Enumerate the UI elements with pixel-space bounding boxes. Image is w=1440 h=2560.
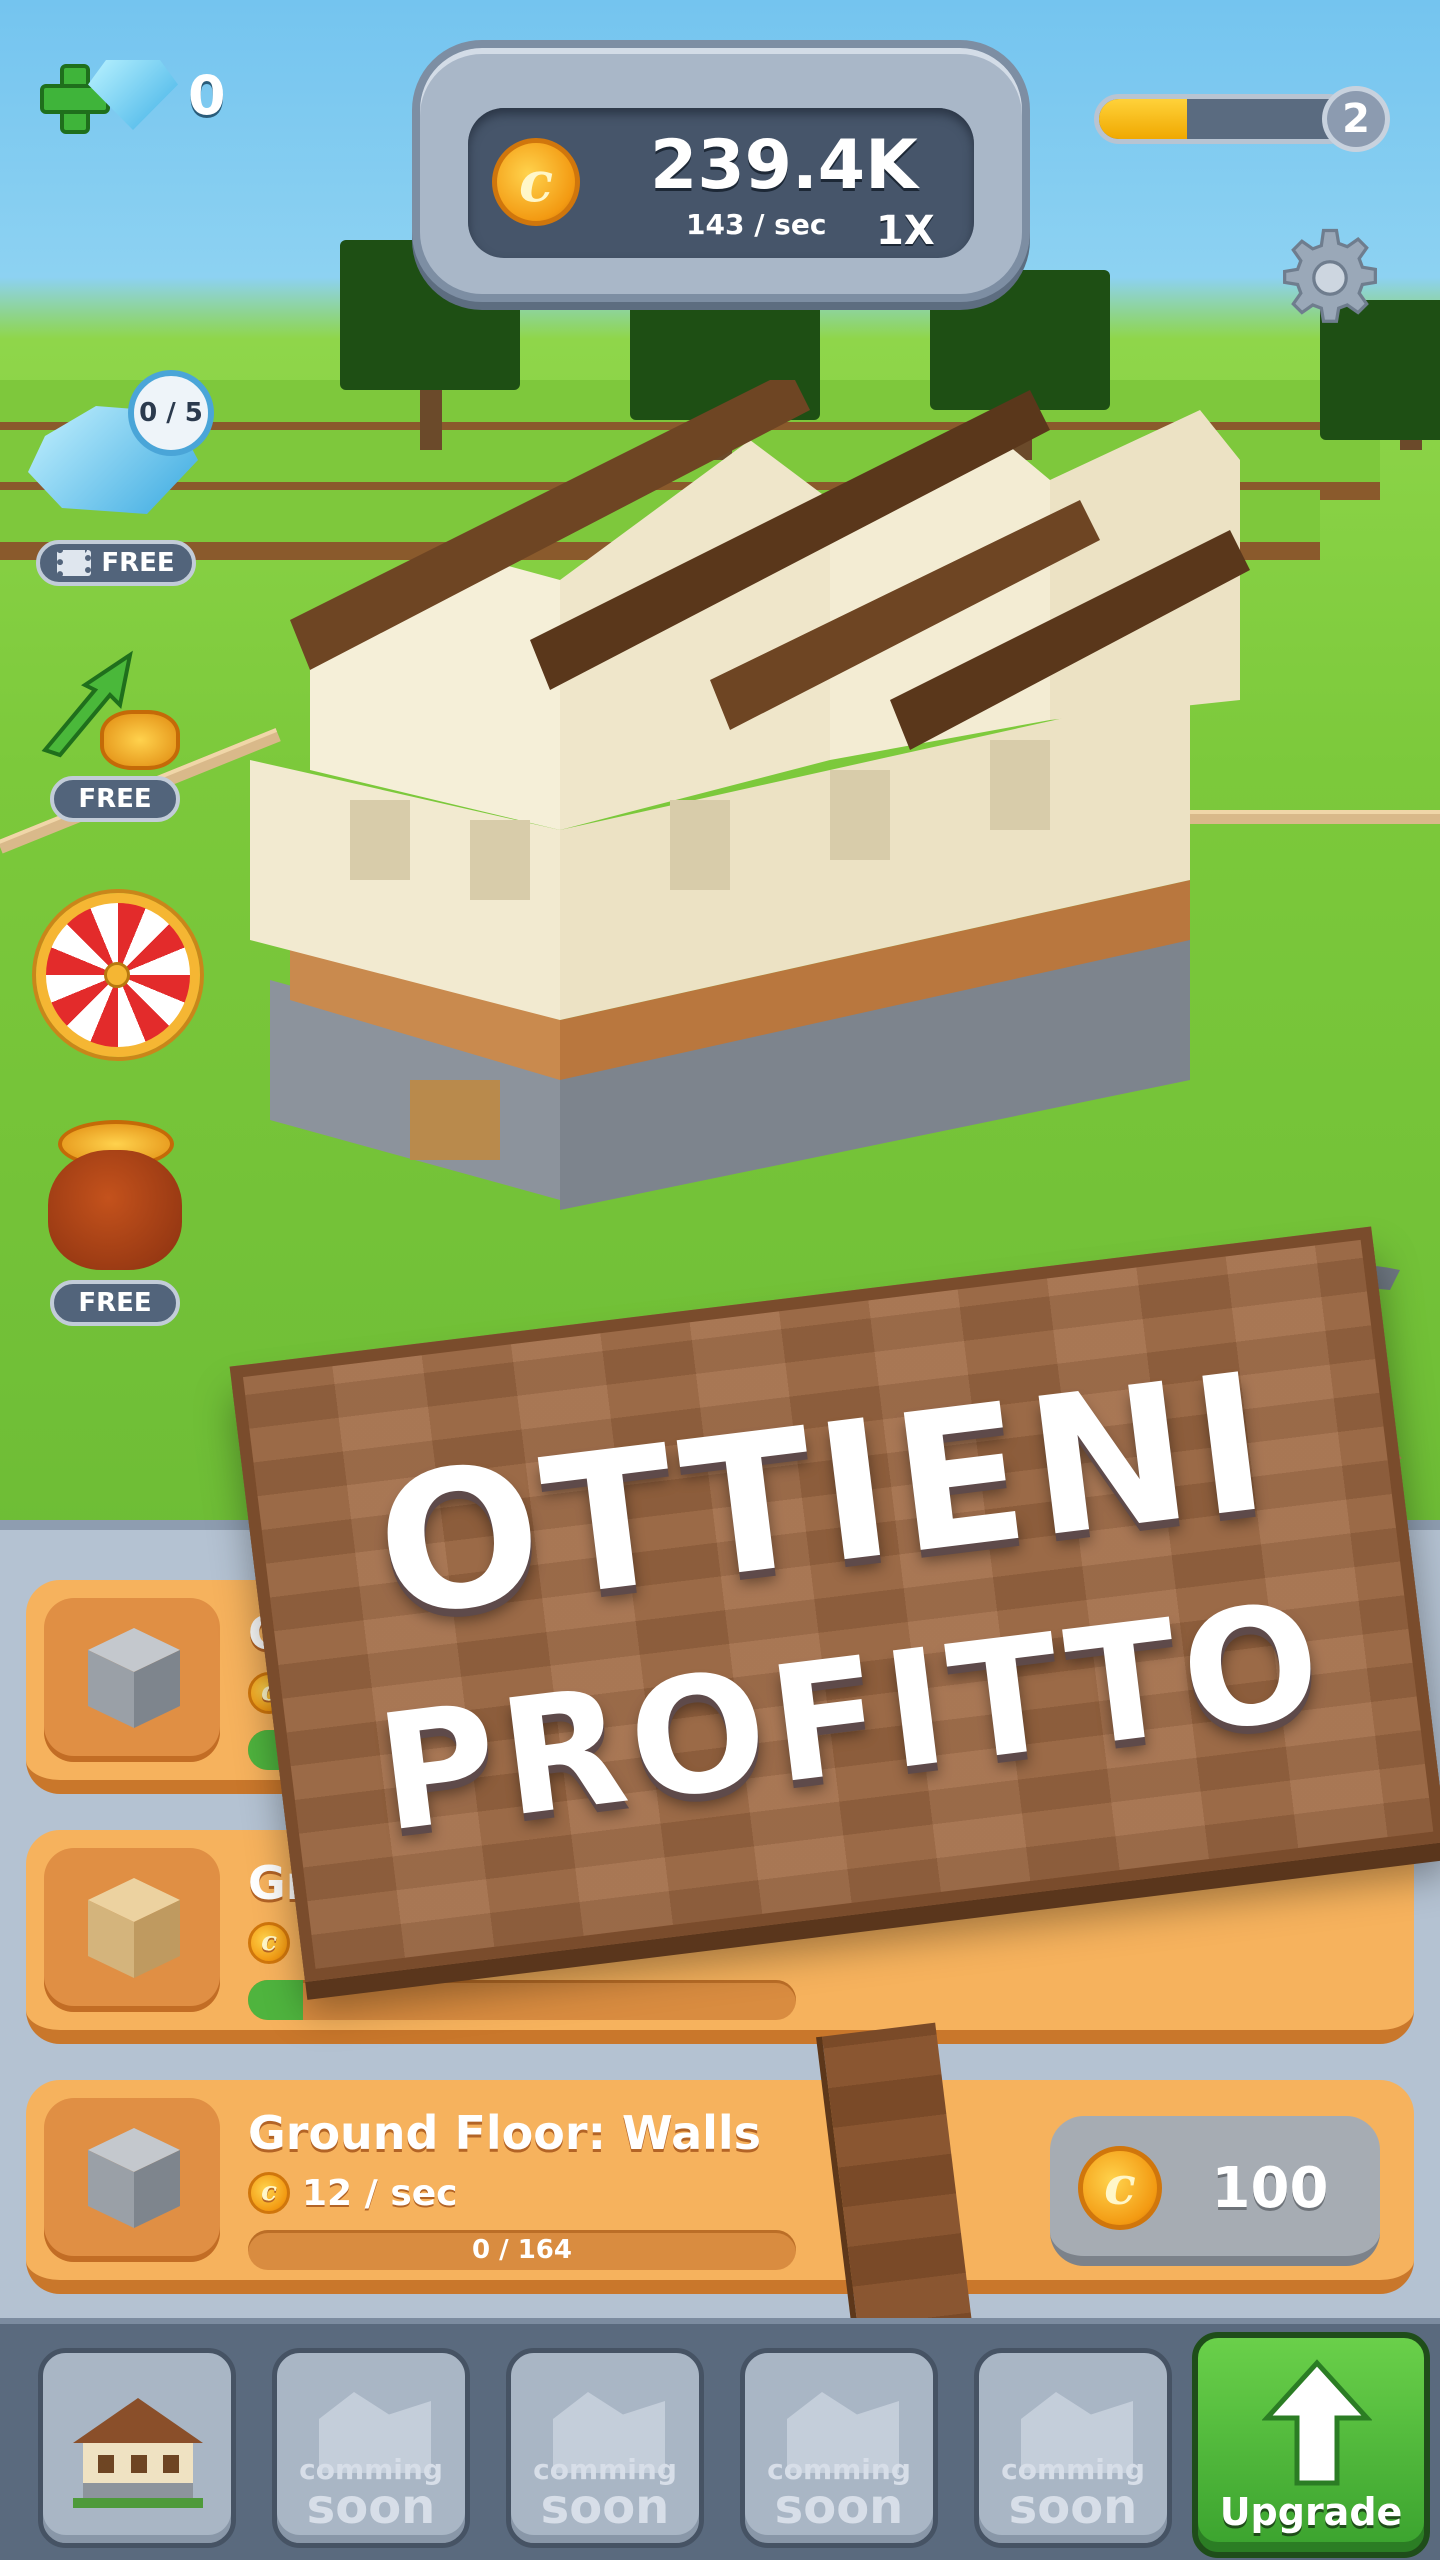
stone-block-icon: [88, 1628, 180, 1728]
coins-stack-icon: [100, 710, 180, 770]
stone-block-icon: [88, 2128, 180, 2228]
item-icon-box: [44, 1598, 220, 1762]
building-slot-locked[interactable]: comming soon: [974, 2348, 1172, 2548]
gem-count: 0: [188, 63, 226, 127]
coin-icon: c: [1078, 2146, 1162, 2230]
building-slot-locked[interactable]: comming soon: [272, 2348, 470, 2548]
buy-price: 100: [1211, 2156, 1329, 2221]
item-progress-bar: 0 / 164: [248, 2230, 796, 2270]
gem-ad-counter: 0 / 5: [128, 370, 214, 456]
coin-icon: c: [248, 2172, 290, 2214]
slot-soon-label: soon: [306, 2479, 436, 2535]
wheel-hub: [104, 962, 130, 988]
building-slot-current[interactable]: [38, 2348, 236, 2548]
item-rate: c 12 / sec: [248, 2172, 458, 2214]
wood-plank-block-icon: [88, 1878, 180, 1978]
level-indicator: 2: [1094, 86, 1394, 152]
bottom-bar: comming soon comming soon comming soon c…: [0, 2318, 1440, 2560]
settings-gear-icon[interactable]: [1276, 224, 1384, 332]
coin-balance-panel: c 239.4K 143 / sec 1X: [412, 40, 1030, 302]
item-rate-value: 12 / sec: [302, 2172, 458, 2214]
coin-icon: c: [492, 138, 580, 226]
slot-soon-label: soon: [774, 2479, 904, 2535]
item-icon-box: [44, 2098, 220, 2262]
gems-counter[interactable]: 0: [40, 60, 226, 134]
slot-soon-label: soon: [540, 2479, 670, 2535]
watch-ad-free-gems-button[interactable]: FREE: [36, 540, 196, 586]
upgrade-label: Upgrade: [1219, 2490, 1403, 2534]
free-money-bag-button[interactable]: FREE: [50, 1280, 180, 1326]
plus-icon[interactable]: [40, 64, 110, 134]
buy-button[interactable]: c 100: [1050, 2116, 1380, 2266]
upgrade-button[interactable]: Upgrade: [1192, 2332, 1430, 2558]
build-item-row[interactable]: Ground Floor: Walls c 12 / sec 0 / 164 c…: [26, 2080, 1414, 2294]
house-building[interactable]: [230, 380, 1310, 1280]
multiplier-label[interactable]: 1X: [876, 208, 935, 254]
building-slot-locked[interactable]: comming soon: [506, 2348, 704, 2548]
level-progress-bar: [1094, 94, 1354, 144]
slot-soon-label: soon: [1008, 2479, 1138, 2535]
level-number: 2: [1322, 86, 1390, 152]
free-label: FREE: [78, 1288, 152, 1318]
house-thumbnail-icon: [73, 2398, 203, 2508]
free-label: FREE: [78, 784, 152, 814]
building-slot-locked[interactable]: comming soon: [740, 2348, 938, 2548]
coin-icon: c: [248, 1922, 290, 1964]
free-boost-button[interactable]: FREE: [50, 776, 180, 822]
item-icon-box: [44, 1848, 220, 2012]
item-progress-fill: [248, 1980, 303, 2020]
item-progress-text: 0 / 164: [472, 2235, 572, 2265]
money-bag-icon[interactable]: [48, 1150, 182, 1270]
film-icon: [57, 550, 92, 576]
arrow-up-icon: [1262, 2359, 1372, 2486]
free-label: FREE: [101, 548, 175, 578]
coin-rate: 143 / sec: [686, 208, 827, 241]
level-progress-fill: [1099, 99, 1187, 139]
coin-amount: 239.4K: [650, 126, 918, 205]
promo-sign: OTTIENI PROFITTO: [229, 1226, 1440, 2062]
item-title: Ground Floor: Walls: [248, 2106, 762, 2160]
